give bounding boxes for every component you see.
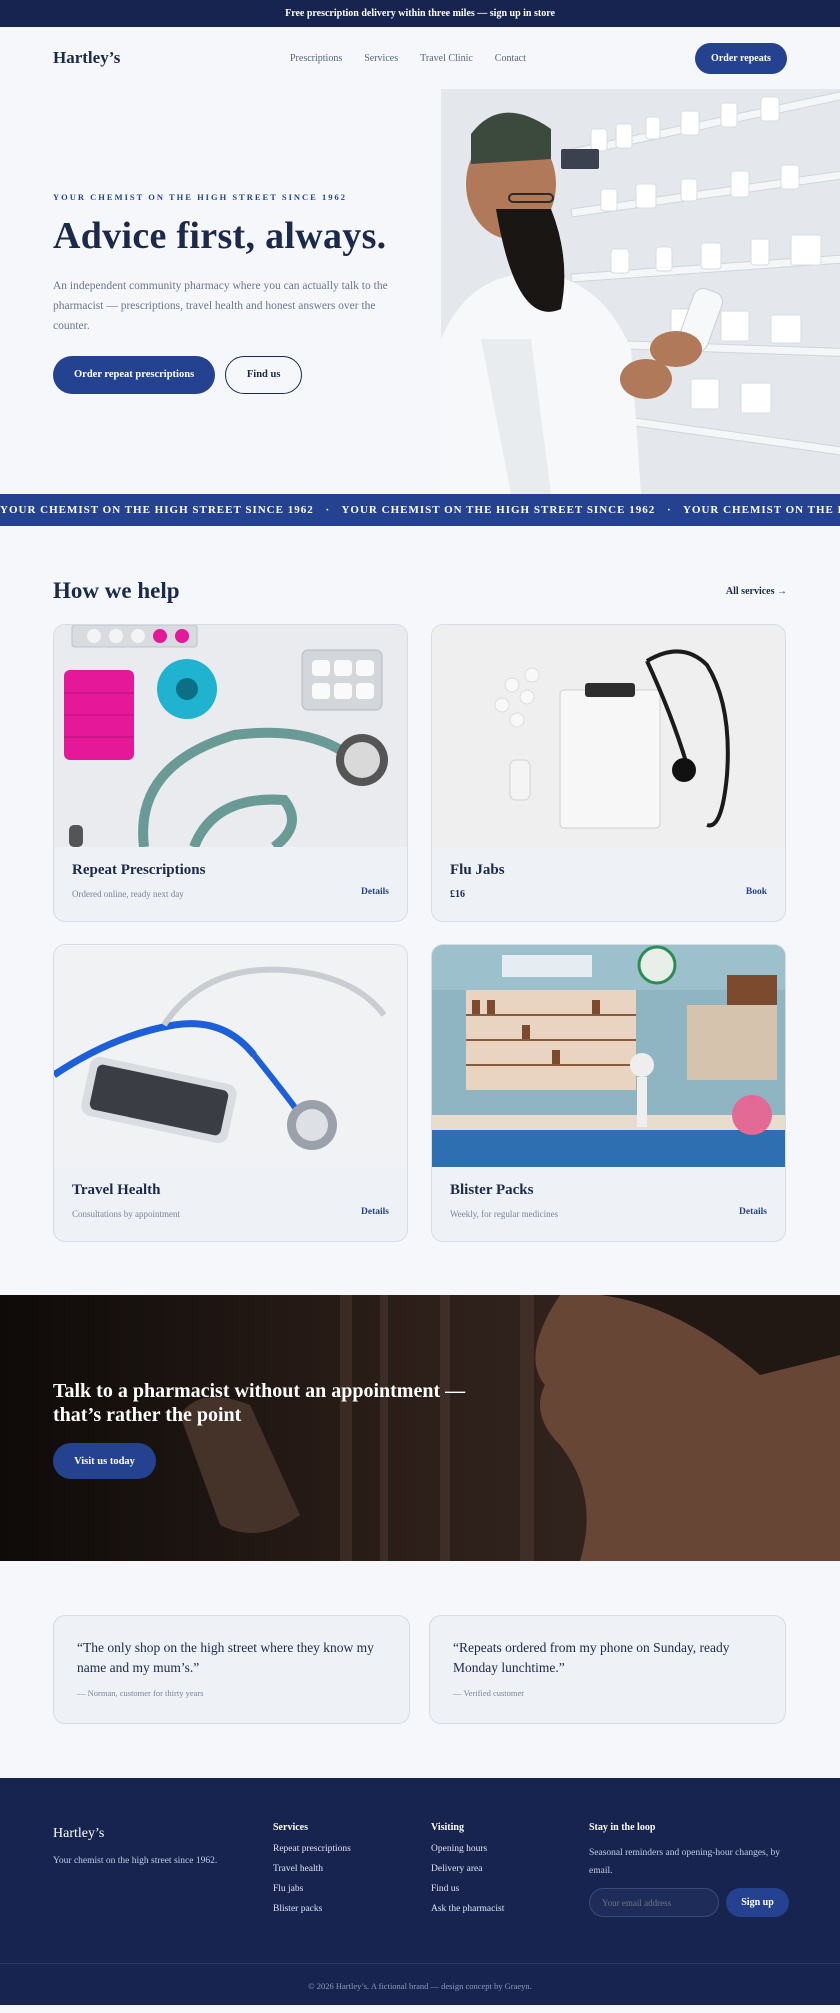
nav-link-travel-clinic[interactable]: Travel Clinic xyxy=(420,53,473,64)
footer-logo[interactable]: Hartley’s xyxy=(53,1826,217,1842)
marquee-separator: · xyxy=(666,504,672,516)
nav-links: Prescriptions Services Travel Clinic Con… xyxy=(290,27,526,89)
testimonial-quote: “The only shop on the high street where … xyxy=(77,1640,374,1675)
service-card-flu-jabs[interactable]: Flu Jabs £16 Book xyxy=(431,624,786,922)
hero-text: YOUR CHEMIST ON THE HIGH STREET SINCE 19… xyxy=(53,192,393,394)
clipboard-stethoscope-photo xyxy=(432,625,785,847)
marquee-text: YOUR CHEMIST ON THE HIGH STREET SINCE 19… xyxy=(341,504,656,516)
footer-link-repeat-prescriptions[interactable]: Repeat prescriptions xyxy=(273,1844,351,1854)
newsletter-text: Seasonal reminders and opening-hour chan… xyxy=(589,1848,781,1876)
find-us-button[interactable]: Find us xyxy=(225,355,303,394)
card-price: £16 xyxy=(450,889,465,900)
card-title: Repeat Prescriptions xyxy=(72,862,206,878)
nav-link-contact[interactable]: Contact xyxy=(495,53,526,64)
footer-link-find-us[interactable]: Find us xyxy=(431,1884,504,1894)
nav-link-services[interactable]: Services xyxy=(364,53,398,64)
banner-heading: Talk to a pharmacist without an appointm… xyxy=(53,1380,466,1426)
footer-link-ask-pharmacist[interactable]: Ask the pharmacist xyxy=(431,1904,504,1914)
testimonials: “The only shop on the high street where … xyxy=(0,1561,840,1778)
footer-visiting: Visiting Opening hours Delivery area Fin… xyxy=(431,1822,504,1924)
testimonial-card: “The only shop on the high street where … xyxy=(53,1615,410,1724)
footer-link-delivery-area[interactable]: Delivery area xyxy=(431,1864,504,1874)
footer-link-travel-health[interactable]: Travel health xyxy=(273,1864,351,1874)
newsletter-heading: Stay in the loop xyxy=(589,1822,656,1833)
service-card-blister-packs[interactable]: Blister Packs Weekly, for regular medici… xyxy=(431,944,786,1242)
hero: YOUR CHEMIST ON THE HIGH STREET SINCE 19… xyxy=(0,89,840,494)
details-link[interactable]: Details xyxy=(361,1207,389,1217)
footer-services: Services Repeat prescriptions Travel hea… xyxy=(273,1822,351,1924)
top-nav: Hartley’s Prescriptions Services Travel … xyxy=(0,27,840,89)
nav-link-prescriptions[interactable]: Prescriptions xyxy=(290,53,342,64)
details-link[interactable]: Details xyxy=(361,887,389,897)
email-input[interactable] xyxy=(589,1888,719,1917)
visit-us-button[interactable]: Visit us today xyxy=(53,1443,156,1479)
footer-link-opening-hours[interactable]: Opening hours xyxy=(431,1844,504,1854)
card-title: Travel Health xyxy=(72,1182,161,1198)
hero-title: Advice first, always. xyxy=(53,215,387,257)
medical-supplies-photo xyxy=(54,625,407,847)
footer: Hartley’s Your chemist on the high stree… xyxy=(0,1778,840,2005)
card-subtitle: Ordered online, ready next day xyxy=(72,889,184,899)
marquee-text: YOUR CHEMIST ON THE HIGH STREET SINCE 19… xyxy=(0,504,314,516)
testimonial-quote: “Repeats ordered from my phone on Sunday… xyxy=(453,1640,730,1675)
card-subtitle: Consultations by appointment xyxy=(72,1209,180,1219)
service-card-travel-health[interactable]: Travel Health Consultations by appointme… xyxy=(53,944,408,1242)
footer-visiting-heading: Visiting xyxy=(431,1822,464,1833)
footer-services-heading: Services xyxy=(273,1822,308,1833)
phone-stethoscope-photo xyxy=(54,945,407,1167)
footer-link-blister-packs[interactable]: Blister packs xyxy=(273,1904,351,1914)
all-services-link[interactable]: All services → xyxy=(726,586,787,597)
hero-eyebrow: YOUR CHEMIST ON THE HIGH STREET SINCE 19… xyxy=(53,192,347,202)
card-title: Flu Jabs xyxy=(450,862,505,878)
walk-in-banner: Talk to a pharmacist without an appointm… xyxy=(0,1295,840,1561)
marquee-text: YOUR CHEMIST ON THE HIGH STREET SINCE 19… xyxy=(682,504,840,516)
details-link[interactable]: Details xyxy=(739,1207,767,1217)
services-heading: How we help xyxy=(53,578,180,603)
order-repeats-button[interactable]: Order repeats xyxy=(695,43,787,74)
announcement-bar: Free prescription delivery within three … xyxy=(0,0,840,27)
services-section: How we help All services → Repeat Prescr… xyxy=(0,526,840,1242)
testimonial-author: — Norman, customer for thirty years xyxy=(77,1688,204,1698)
pharmacist-photo xyxy=(441,89,840,494)
hero-subtitle: An independent community pharmacy where … xyxy=(53,279,388,332)
book-link[interactable]: Book xyxy=(746,887,767,897)
pharmacist-shelves-illustration xyxy=(441,89,840,494)
marquee-separator: · xyxy=(325,504,331,516)
testimonial-author: — Verified customer xyxy=(453,1688,525,1698)
service-card-repeat-prescriptions[interactable]: Repeat Prescriptions Ordered online, rea… xyxy=(53,624,408,922)
card-title: Blister Packs xyxy=(450,1182,534,1198)
shop-interior-photo xyxy=(432,945,785,1167)
sign-up-button[interactable]: Sign up xyxy=(726,1888,789,1917)
footer-newsletter: Stay in the loop Seasonal reminders and … xyxy=(589,1822,789,1917)
footer-link-flu-jabs[interactable]: Flu jabs xyxy=(273,1884,351,1894)
card-subtitle: Weekly, for regular medicines xyxy=(450,1209,559,1219)
footer-tagline: Your chemist on the high street since 19… xyxy=(53,1856,218,1866)
logo[interactable]: Hartley’s xyxy=(53,48,120,68)
marquee-strip: YOUR CHEMIST ON THE HIGH STREET SINCE 19… xyxy=(0,494,840,526)
testimonial-card: “Repeats ordered from my phone on Sunday… xyxy=(429,1615,786,1724)
copyright: © 2026 Hartley’s. A fictional brand — de… xyxy=(0,1963,840,1991)
order-repeat-prescriptions-button[interactable]: Order repeat prescriptions xyxy=(53,355,216,394)
